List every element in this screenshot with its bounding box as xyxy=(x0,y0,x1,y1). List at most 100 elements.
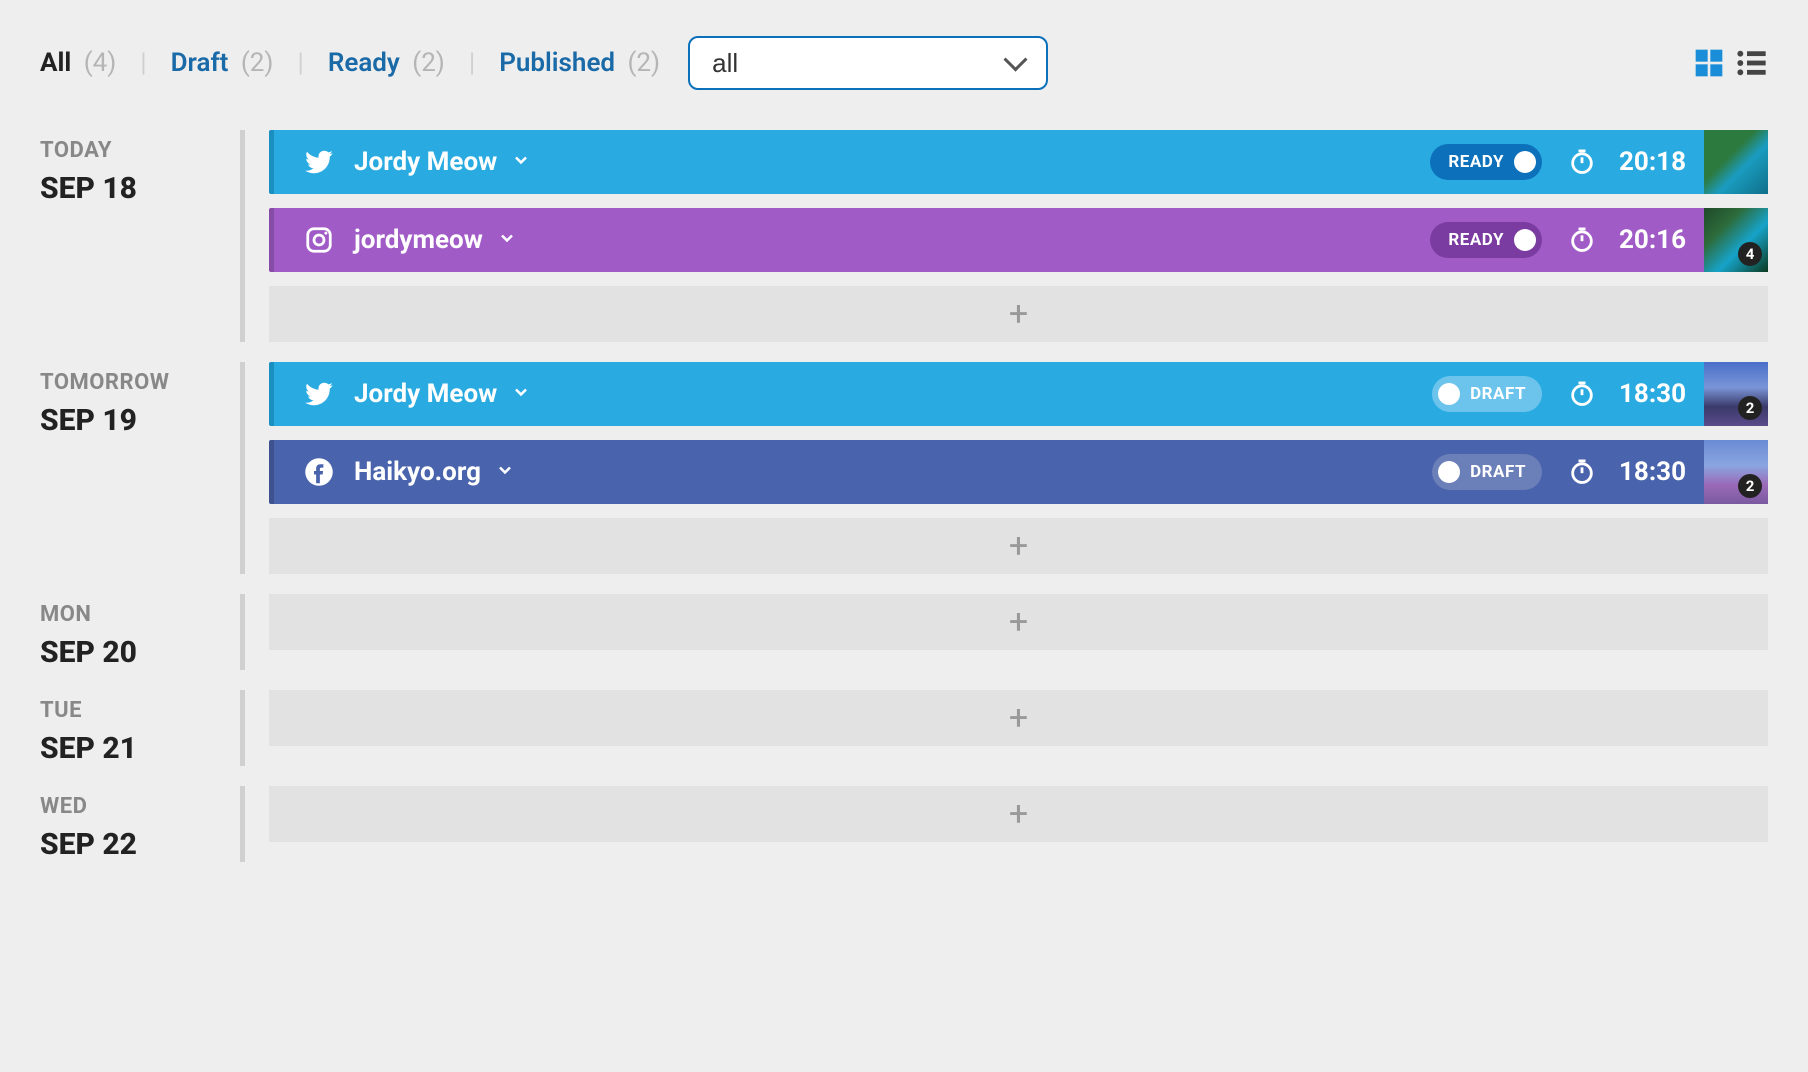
post-thumbnail[interactable] xyxy=(1704,130,1768,194)
day-label: TOMORROW SEP 19 xyxy=(40,362,240,574)
day-date: SEP 20 xyxy=(40,635,240,670)
day-date: SEP 21 xyxy=(40,731,240,766)
schedule-time: 20:18 xyxy=(1610,147,1686,177)
add-post-row[interactable]: + xyxy=(269,286,1768,342)
day-group: TUE SEP 21 + xyxy=(40,690,1768,766)
day-label: TUE SEP 21 xyxy=(40,690,240,766)
grid-view-button[interactable] xyxy=(1692,46,1726,80)
account-dropdown[interactable] xyxy=(511,150,531,174)
view-toggles xyxy=(1692,46,1768,80)
status-label: READY xyxy=(1448,152,1504,172)
schedule-time-icon xyxy=(1568,458,1596,486)
add-post-row[interactable]: + xyxy=(269,594,1768,650)
add-post-row[interactable]: + xyxy=(269,518,1768,574)
filter-tab-count: (2) xyxy=(628,48,661,78)
day-group: TOMORROW SEP 19 Jordy Meow DRAFT 18:30 2 Haiky… xyxy=(40,362,1768,574)
filter-tab-count: (4) xyxy=(84,48,117,78)
filter-bar: All (4) | Draft (2) | Ready (2) | Publis… xyxy=(40,36,1768,90)
status-label: DRAFT xyxy=(1470,462,1526,482)
filter-tab-label: Published xyxy=(499,48,615,78)
status-label: READY xyxy=(1448,230,1504,250)
instagram-icon xyxy=(304,225,334,255)
timer-icon xyxy=(1568,458,1596,486)
day-divider xyxy=(240,594,245,670)
day-label: WEDSEP 22 xyxy=(40,786,240,862)
timer-icon xyxy=(1568,148,1596,176)
filter-tab-ready[interactable]: Ready (2) xyxy=(328,48,445,78)
post-row[interactable]: Haikyo.orgDRAFT18:302 xyxy=(269,440,1768,504)
filter-divider: | xyxy=(140,48,146,78)
account-name: Jordy Meow xyxy=(354,147,497,177)
day-relative-label: TUE xyxy=(40,698,240,723)
post-thumbnail[interactable]: 2 xyxy=(1704,362,1768,426)
list-view-button[interactable] xyxy=(1734,46,1768,80)
day-label: MON SEP 20 xyxy=(40,594,240,670)
day-relative-label: TOMORROW xyxy=(40,370,240,395)
filter-tabs: All (4) | Draft (2) | Ready (2) | Publis… xyxy=(40,48,660,78)
media-count-badge: 4 xyxy=(1738,242,1762,266)
toggle-knob xyxy=(1438,461,1460,483)
account-filter-select-wrap: all xyxy=(688,36,1048,90)
post-row[interactable]: Jordy Meow READY 20:18 xyxy=(269,130,1768,194)
account-dropdown[interactable] xyxy=(495,460,515,484)
media-count-badge: 2 xyxy=(1738,396,1762,420)
add-post-row[interactable]: + xyxy=(269,786,1768,842)
filter-divider: | xyxy=(297,48,303,78)
day-group: TODAYSEP 18 Jordy Meow READY 20:18 jordymeow… xyxy=(40,130,1768,342)
status-toggle[interactable]: READY xyxy=(1430,222,1542,258)
toggle-knob xyxy=(1514,229,1536,251)
filter-divider: | xyxy=(469,48,475,78)
status-toggle[interactable]: DRAFT xyxy=(1432,376,1542,412)
post-row[interactable]: Jordy Meow DRAFT 18:30 2 xyxy=(269,362,1768,426)
day-date: SEP 22 xyxy=(40,827,240,862)
timer-icon xyxy=(1568,380,1596,408)
day-group: WEDSEP 22 + xyxy=(40,786,1768,862)
post-row[interactable]: jordymeowREADY20:164 xyxy=(269,208,1768,272)
status-toggle[interactable]: DRAFT xyxy=(1432,454,1542,490)
post-thumbnail[interactable]: 4 xyxy=(1704,208,1768,272)
twitter-icon xyxy=(304,379,334,409)
schedule-time-icon xyxy=(1568,226,1596,254)
filter-tab-published[interactable]: Published (2) xyxy=(499,48,660,78)
day-content: + xyxy=(269,594,1768,670)
toggle-knob xyxy=(1514,151,1536,173)
filter-tab-draft[interactable]: Draft (2) xyxy=(171,48,274,78)
facebook-icon xyxy=(304,457,334,487)
status-label: DRAFT xyxy=(1470,384,1526,404)
day-content: Jordy Meow READY 20:18 jordymeowREADY20:164… xyxy=(269,130,1768,342)
day-relative-label: TODAY xyxy=(40,138,240,163)
plus-icon: + xyxy=(1009,605,1028,639)
day-divider xyxy=(240,690,245,766)
filter-tab-all[interactable]: All (4) xyxy=(40,48,116,78)
filter-tab-label: Draft xyxy=(171,48,229,78)
chevron-down-icon xyxy=(511,150,531,170)
post-thumbnail[interactable]: 2 xyxy=(1704,440,1768,504)
filter-tab-count: (2) xyxy=(241,48,274,78)
day-group: MON SEP 20 + xyxy=(40,594,1768,670)
chevron-down-icon xyxy=(511,382,531,402)
media-count-badge: 2 xyxy=(1738,474,1762,498)
plus-icon: + xyxy=(1009,297,1028,331)
account-name: Haikyo.org xyxy=(354,457,481,487)
chevron-down-icon xyxy=(497,228,517,248)
platform-icon xyxy=(302,455,336,489)
account-dropdown[interactable] xyxy=(497,228,517,252)
timer-icon xyxy=(1568,226,1596,254)
day-label: TODAYSEP 18 xyxy=(40,130,240,342)
filter-tab-label: All xyxy=(40,48,71,78)
day-divider xyxy=(240,362,245,574)
schedule-time: 18:30 xyxy=(1610,379,1686,409)
schedule-time-icon xyxy=(1568,148,1596,176)
plus-icon: + xyxy=(1009,701,1028,735)
twitter-icon xyxy=(304,147,334,177)
add-post-row[interactable]: + xyxy=(269,690,1768,746)
day-date: SEP 19 xyxy=(40,403,240,438)
status-toggle[interactable]: READY xyxy=(1430,144,1542,180)
chevron-down-icon xyxy=(495,460,515,480)
day-divider xyxy=(240,786,245,862)
account-dropdown[interactable] xyxy=(511,382,531,406)
plus-icon: + xyxy=(1009,797,1028,831)
account-name: Jordy Meow xyxy=(354,379,497,409)
day-relative-label: MON xyxy=(40,602,240,627)
account-filter-select[interactable]: all xyxy=(688,36,1048,90)
